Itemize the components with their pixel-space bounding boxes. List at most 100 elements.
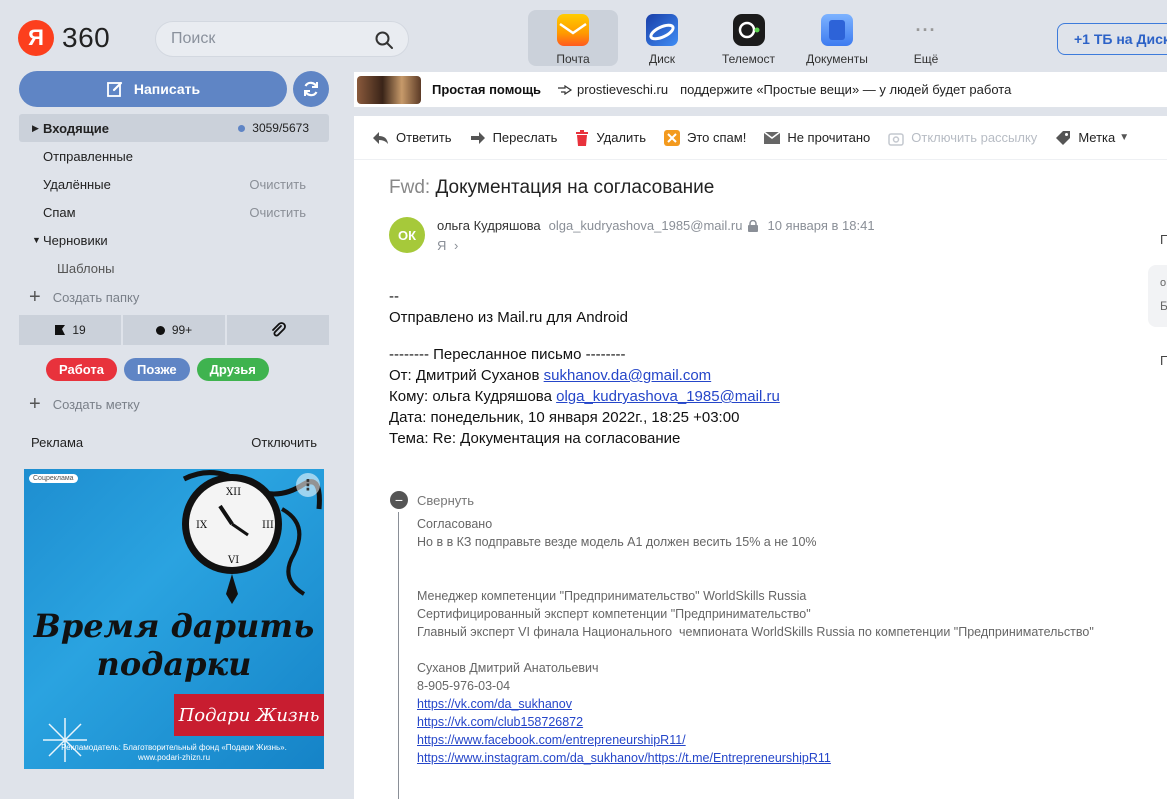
chevron-down-icon: ▼ xyxy=(1119,132,1130,143)
quote-text-2: Но в в КЗ подправьте везде модель А1 дол… xyxy=(417,535,817,549)
search-input[interactable] xyxy=(171,30,371,48)
mark-unread-label: Не прочитано xyxy=(787,130,871,145)
label-later[interactable]: Позже xyxy=(123,358,190,381)
to-email-link[interactable]: olga_kudryashova_1985@mail.ru xyxy=(556,388,780,405)
app-mail[interactable]: Почта xyxy=(528,10,618,66)
svg-text:IX: IX xyxy=(196,520,208,531)
folder-inbox[interactable]: ▶ Входящие 3059/5673 xyxy=(19,114,329,142)
app-disk[interactable]: Диск xyxy=(618,10,706,66)
more-icon: ··· xyxy=(915,19,937,40)
sender-email[interactable]: olga_kudryashova_1985@mail.ru xyxy=(549,218,743,233)
filter-unread[interactable]: 99+ xyxy=(123,315,225,345)
reply-label: Ответить xyxy=(396,130,452,145)
ad-more-icon[interactable]: ⋮ xyxy=(296,473,320,497)
message-toolbar: Ответить Переслать Удалить Это спам! Не … xyxy=(354,116,1167,160)
app-more[interactable]: ··· Ещё xyxy=(883,10,969,67)
filter-unread-count: 99+ xyxy=(171,323,193,337)
label-friends[interactable]: Друзья xyxy=(196,358,269,381)
right-panel-item: П xyxy=(1160,232,1167,247)
ad-banner[interactable]: Соцреклама XII III VI IX ⋮ Время дарить … xyxy=(24,469,324,769)
quick-filters: 19 99+ xyxy=(19,315,329,345)
spam-button[interactable]: Это спам! xyxy=(664,129,747,146)
app-documents-label: Документы xyxy=(806,52,868,66)
storage-promo-button[interactable]: +1 ТБ на Диске xyxy=(1057,23,1167,55)
app-telemost-label: Телемост xyxy=(721,52,776,66)
folder-drafts[interactable]: ▼ Черновики xyxy=(19,226,329,254)
sender-name[interactable]: ольга Кудряшова xyxy=(437,218,541,233)
link-vk-club[interactable]: https://vk.com/club158726872 xyxy=(417,715,583,729)
folder-list: ▶ Входящие 3059/5673 Отправленные Удалён… xyxy=(19,114,329,282)
search-box[interactable] xyxy=(155,21,409,57)
quote-text-1: Согласовано xyxy=(417,517,493,531)
sender-avatar[interactable]: ОК xyxy=(389,217,425,253)
label-work[interactable]: Работа xyxy=(46,358,117,381)
create-label-button[interactable]: + Создать метку xyxy=(29,394,140,414)
plus-icon: + xyxy=(29,286,41,308)
clear-spam-button[interactable]: Очистить xyxy=(249,205,306,220)
caret-right-icon[interactable]: ▶ xyxy=(32,123,39,134)
quote-spacer xyxy=(417,551,1094,587)
banner-text: поддержите «Простые вещи» — у людей буде… xyxy=(680,82,1012,97)
folder-name: Отправленные xyxy=(43,148,133,164)
message-date: 10 января в 18:41 xyxy=(767,218,875,233)
clear-deleted-button[interactable]: Очистить xyxy=(249,177,306,192)
inbox-count: 3059/5673 xyxy=(238,121,309,135)
from-email-link[interactable]: sukhanov.da@gmail.com xyxy=(544,367,712,384)
chevron-right-icon: › xyxy=(454,238,459,253)
delete-label: Удалить xyxy=(596,130,647,145)
svg-text:XII: XII xyxy=(226,487,241,498)
app-documents[interactable]: Документы xyxy=(791,10,883,66)
label-list: Работа Позже Друзья xyxy=(46,358,276,381)
signature-line-3: Главный эксперт VI финала Национального … xyxy=(417,625,1094,639)
filter-attachments[interactable] xyxy=(227,315,329,345)
compose-button[interactable]: Написать xyxy=(19,71,287,107)
logo-text: 360 xyxy=(62,22,111,53)
label-menu-button[interactable]: Метка ▼ xyxy=(1055,130,1129,146)
from-label: От: Дмитрий Суханов xyxy=(389,367,544,384)
divider xyxy=(354,108,1167,116)
caret-down-icon[interactable]: ▼ xyxy=(32,235,41,245)
folder-spam[interactable]: Спам Очистить xyxy=(19,198,329,226)
yandex-360-logo[interactable]: Я 360 xyxy=(18,20,110,56)
unsubscribe-icon xyxy=(888,130,905,146)
app-telemost[interactable]: Телемост xyxy=(706,10,791,66)
unsubscribe-label: Отключить рассылку xyxy=(911,130,1038,145)
link-instagram-telegram[interactable]: https://www.instagram.com/da_sukhanov/ht… xyxy=(417,751,831,765)
link-facebook[interactable]: https://www.facebook.com/entrepreneurshi… xyxy=(417,733,686,747)
mark-unread-button[interactable]: Не прочитано xyxy=(764,130,870,145)
top-ad-banner[interactable]: Простая помощь prostieveschi.ru поддержи… xyxy=(354,72,1167,108)
filter-flagged[interactable]: 19 xyxy=(19,315,121,345)
reply-button[interactable]: Ответить xyxy=(372,130,452,145)
right-panel: П о Б П xyxy=(1148,160,1167,460)
mail-icon xyxy=(557,14,589,46)
refresh-button[interactable] xyxy=(293,71,329,107)
recipient-me: Я xyxy=(437,238,447,253)
link-vk-personal[interactable]: https://vk.com/da_sukhanov xyxy=(417,697,572,711)
search-icon[interactable] xyxy=(374,30,394,50)
label-menu-label: Метка xyxy=(1078,130,1116,145)
folder-templates[interactable]: Шаблоны xyxy=(19,254,329,282)
delete-button[interactable]: Удалить xyxy=(575,129,647,146)
flag-icon xyxy=(55,325,66,335)
yandex-logo-icon: Я xyxy=(18,20,54,56)
collapse-quote-button[interactable]: − Свернуть xyxy=(390,491,474,509)
create-folder-button[interactable]: + Создать папку xyxy=(29,287,139,307)
recipients[interactable]: Я › xyxy=(437,238,458,253)
signature-spacer xyxy=(417,641,1094,659)
folder-sent[interactable]: Отправленные xyxy=(19,142,329,170)
inbox-count-value: 3059/5673 xyxy=(252,121,309,135)
ad-footer-advertiser: Рекламодатель: Благотворительный фонд «П… xyxy=(61,743,287,752)
forward-button[interactable]: Переслать xyxy=(470,130,557,145)
ads-disable-button[interactable]: Отключить xyxy=(251,435,317,450)
minus-circle-icon: − xyxy=(390,491,408,509)
folder-deleted[interactable]: Удалённые Очистить xyxy=(19,170,329,198)
banner-domain-text: prostieveschi.ru xyxy=(577,82,669,97)
documents-icon xyxy=(821,14,853,46)
unread-dot-icon xyxy=(238,124,246,132)
spam-label: Это спам! xyxy=(687,130,747,145)
right-panel-card[interactable]: о Б xyxy=(1148,265,1167,327)
to-line: Кому: ольга Кудряшова olga_kudryashova_1… xyxy=(389,386,780,407)
app-mail-label: Почта xyxy=(556,52,590,66)
subject-prefix: Fwd: xyxy=(389,177,431,198)
unsubscribe-button[interactable]: Отключить рассылку xyxy=(888,130,1037,146)
